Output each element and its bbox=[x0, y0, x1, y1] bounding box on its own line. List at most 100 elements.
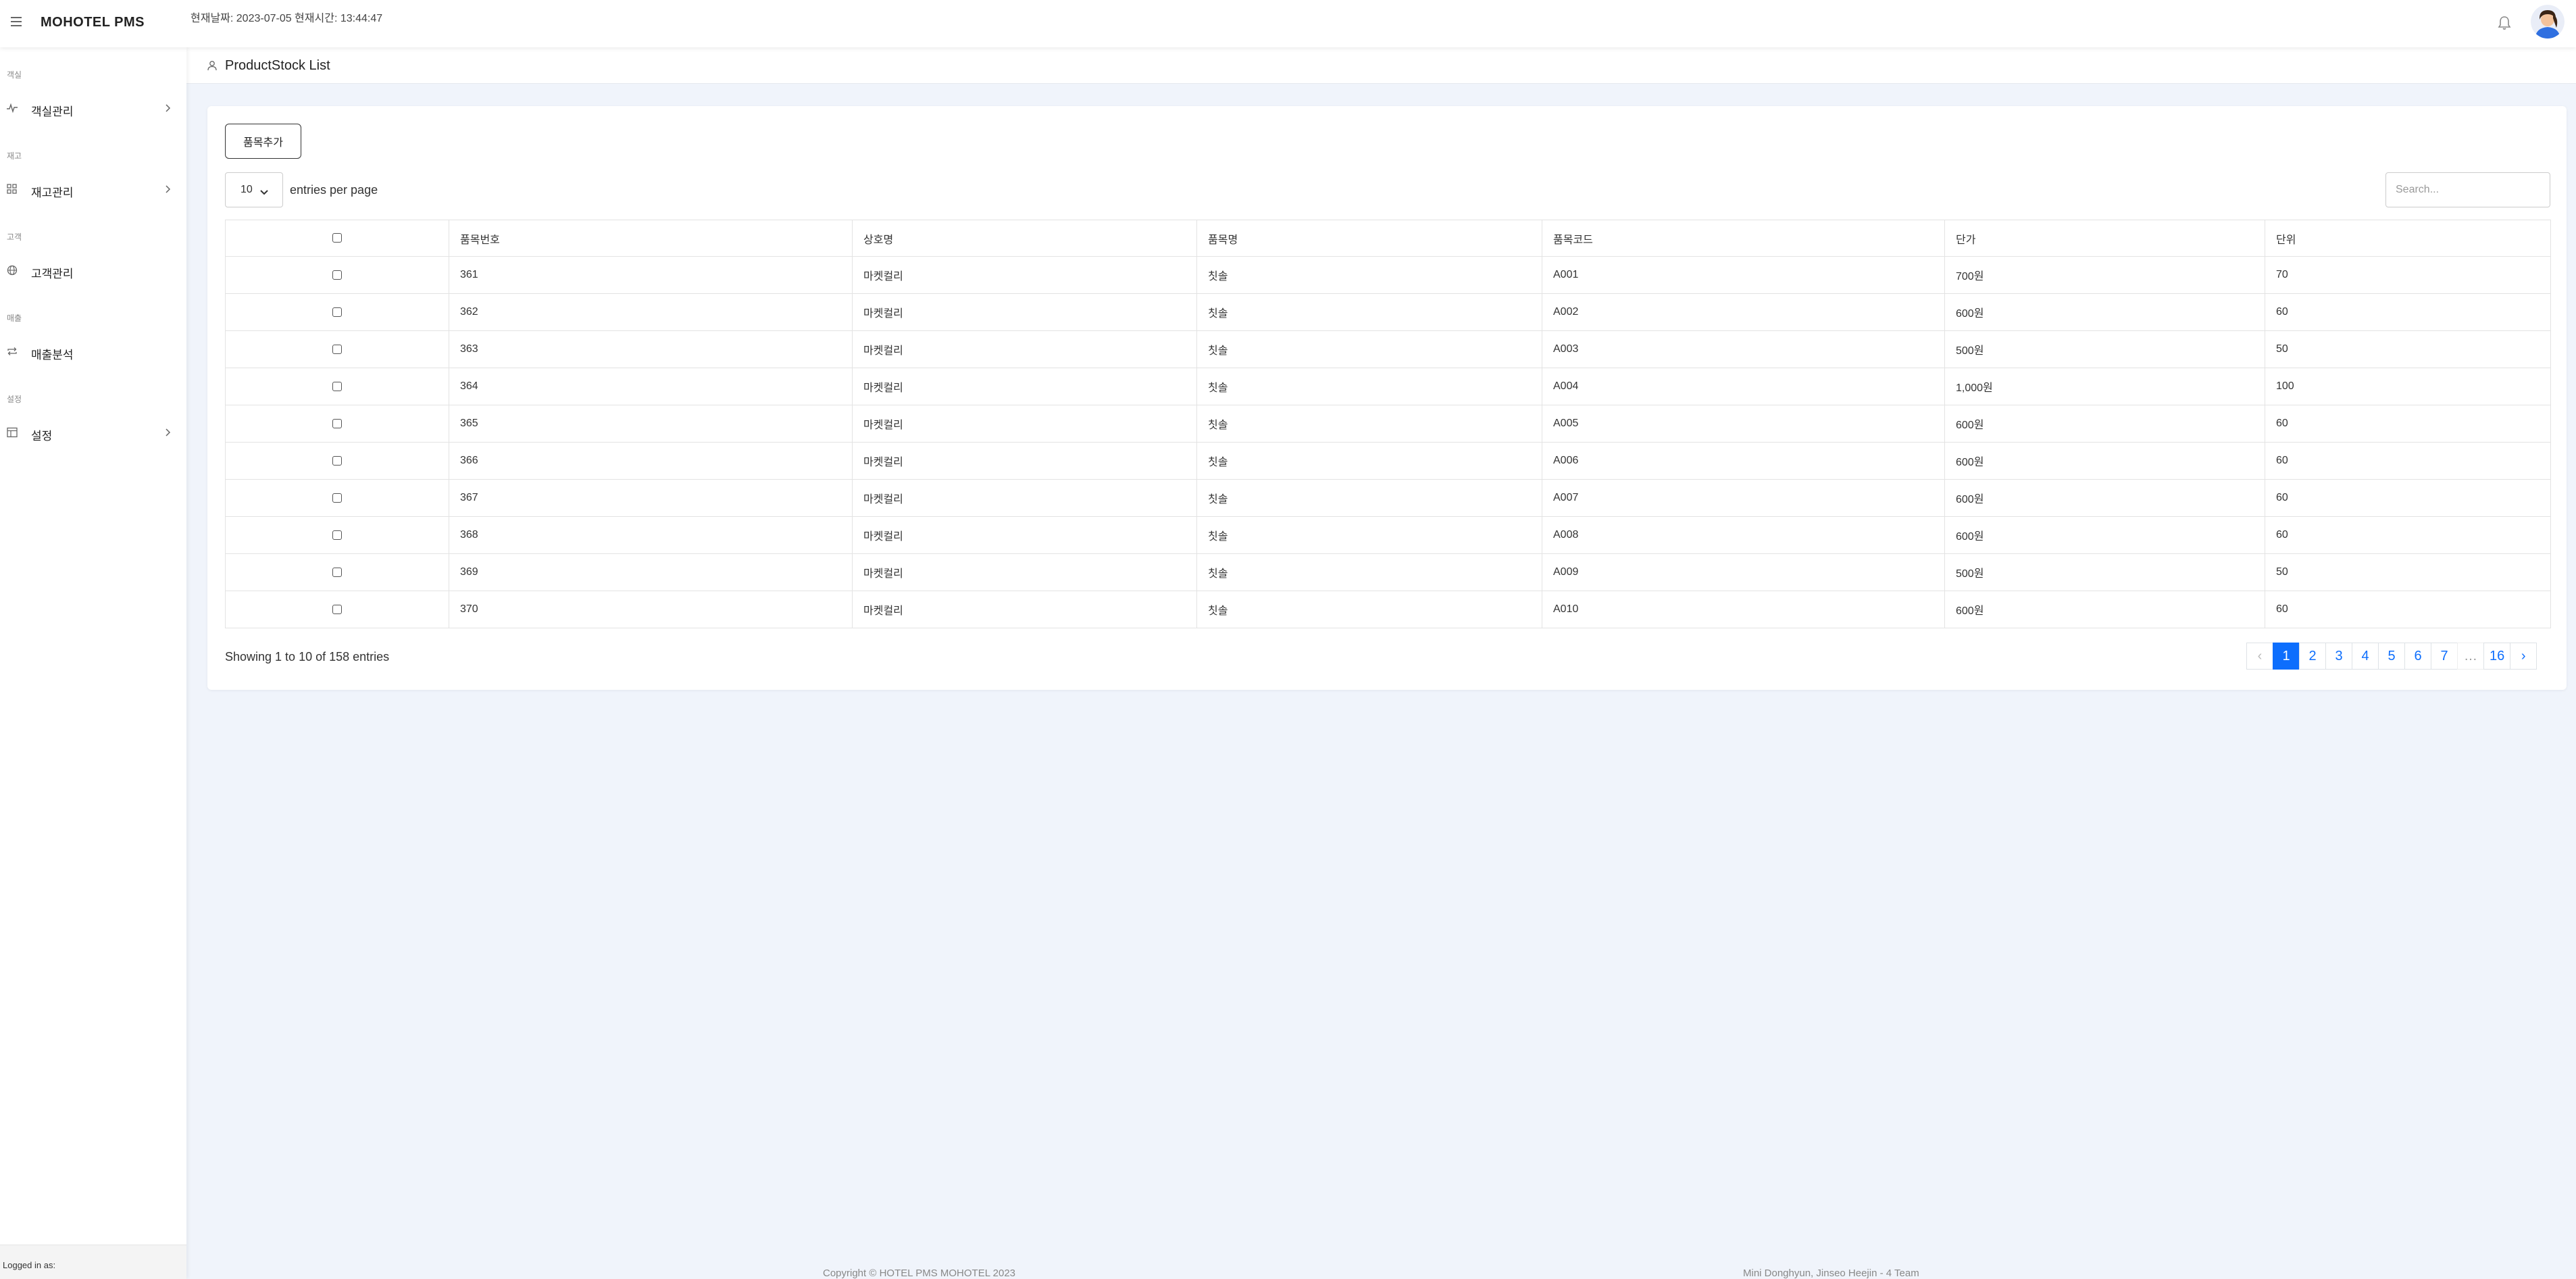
chevron-right-icon bbox=[163, 103, 172, 114]
table-cell: 칫솔 bbox=[1196, 256, 1542, 294]
table-cell: 마켓컬리 bbox=[852, 442, 1197, 480]
search-input[interactable] bbox=[2385, 172, 2550, 207]
table-cell: 마켓컬리 bbox=[852, 368, 1197, 405]
row-checkbox[interactable] bbox=[332, 455, 342, 466]
user-icon bbox=[207, 60, 217, 71]
sidebar-item-customers[interactable]: 고객관리 bbox=[0, 257, 186, 284]
page-button[interactable]: 6 bbox=[2404, 643, 2431, 670]
table-cell: 60 bbox=[2265, 516, 2551, 554]
column-header[interactable]: 단위 bbox=[2265, 220, 2551, 257]
table-cell: 362 bbox=[449, 293, 853, 331]
table-row[interactable]: 370 마켓컬리 칫솔 A010 600원 60 bbox=[225, 591, 2551, 628]
table-cell: 369 bbox=[449, 553, 853, 591]
page-button[interactable]: 1 bbox=[2273, 643, 2300, 670]
sidebar-item-settings[interactable]: 설정 bbox=[0, 419, 186, 446]
activity-icon bbox=[6, 103, 18, 114]
column-header[interactable]: 품목명 bbox=[1196, 220, 1542, 257]
table-row[interactable]: 369 마켓컬리 칫솔 A009 500원 50 bbox=[225, 553, 2551, 591]
table-cell: 367 bbox=[449, 479, 853, 517]
sidebar: 객실 객실관리 재고 재고관리 고객 고객관리 매출 매출분석 설정 설정 bbox=[0, 47, 186, 1279]
row-checkbox[interactable] bbox=[332, 530, 342, 540]
row-select-cell bbox=[225, 553, 449, 591]
table-row[interactable]: 368 마켓컬리 칫솔 A008 600원 60 bbox=[225, 516, 2551, 554]
sidebar-section-heading: 고객 bbox=[7, 232, 22, 242]
table-cell: 500원 bbox=[1944, 553, 2265, 591]
sidebar-section-heading: 객실 bbox=[7, 70, 22, 80]
table-cell: A008 bbox=[1542, 516, 1945, 554]
table-cell: 칫솔 bbox=[1196, 368, 1542, 405]
sidebar-item-label: 재고관리 bbox=[31, 186, 74, 199]
menu-toggle-icon[interactable] bbox=[11, 17, 22, 26]
table-row[interactable]: 365 마켓컬리 칫솔 A005 600원 60 bbox=[225, 405, 2551, 443]
column-header[interactable]: 단가 bbox=[1944, 220, 2265, 257]
table-row[interactable]: 364 마켓컬리 칫솔 A004 1,000원 100 bbox=[225, 368, 2551, 405]
table-cell: 368 bbox=[449, 516, 853, 554]
row-checkbox[interactable] bbox=[332, 381, 342, 391]
product-stock-table: 품목번호 상호명 품목명 품목코드 단가 단위 361 마켓컬리 칫솔 A001 700… bbox=[225, 220, 2551, 628]
page-button[interactable]: 7 bbox=[2431, 643, 2458, 670]
sidebar-item-sales[interactable]: 매출분석 bbox=[0, 338, 186, 365]
table-cell: 마켓컬리 bbox=[852, 256, 1197, 294]
page-button[interactable]: 3 bbox=[2325, 643, 2352, 670]
table-cell: 50 bbox=[2265, 553, 2551, 591]
layout-icon bbox=[6, 427, 18, 438]
row-select-cell bbox=[225, 405, 449, 443]
table-cell: 363 bbox=[449, 330, 853, 368]
table-row[interactable]: 367 마켓컬리 칫솔 A007 600원 60 bbox=[225, 479, 2551, 517]
table-row[interactable]: 361 마켓컬리 칫솔 A001 700원 70 bbox=[225, 256, 2551, 294]
sidebar-item-label: 객실관리 bbox=[31, 105, 74, 118]
column-header[interactable]: 상호명 bbox=[852, 220, 1197, 257]
sidebar-item-label: 설정 bbox=[31, 430, 53, 443]
bell-icon[interactable] bbox=[2497, 15, 2512, 31]
table-cell: 마켓컬리 bbox=[852, 330, 1197, 368]
grid-icon bbox=[6, 184, 18, 195]
table-cell: 마켓컬리 bbox=[852, 591, 1197, 628]
row-select-cell bbox=[225, 479, 449, 517]
table-cell: 370 bbox=[449, 591, 853, 628]
row-checkbox[interactable] bbox=[332, 344, 342, 354]
page-button[interactable]: 2 bbox=[2299, 643, 2326, 670]
sidebar-item-rooms[interactable]: 객실관리 bbox=[0, 95, 186, 122]
row-select-cell bbox=[225, 368, 449, 405]
page-button[interactable]: 4 bbox=[2352, 643, 2379, 670]
row-checkbox[interactable] bbox=[332, 567, 342, 577]
table-cell: 364 bbox=[449, 368, 853, 405]
row-select-cell bbox=[225, 330, 449, 368]
column-header[interactable]: 품목코드 bbox=[1542, 220, 1945, 257]
table-cell: A007 bbox=[1542, 479, 1945, 517]
table-cell: 500원 bbox=[1944, 330, 2265, 368]
select-all-checkbox[interactable] bbox=[332, 233, 342, 243]
row-checkbox[interactable] bbox=[332, 270, 342, 280]
chevron-right-icon bbox=[163, 184, 172, 195]
column-header[interactable]: 품목번호 bbox=[449, 220, 853, 257]
add-item-button[interactable]: 품목추가 bbox=[225, 124, 301, 159]
table-cell: 60 bbox=[2265, 591, 2551, 628]
table-row[interactable]: 363 마켓컬리 칫솔 A003 500원 50 bbox=[225, 330, 2551, 368]
page-button[interactable]: 16 bbox=[2483, 643, 2511, 670]
row-checkbox[interactable] bbox=[332, 493, 342, 503]
table-cell: 칫솔 bbox=[1196, 516, 1542, 554]
table-cell: 600원 bbox=[1944, 293, 2265, 331]
table-cell: 칫솔 bbox=[1196, 442, 1542, 480]
table-cell: 마켓컬리 bbox=[852, 293, 1197, 331]
sidebar-item-inventory[interactable]: 재고관리 bbox=[0, 176, 186, 203]
table-row[interactable]: 362 마켓컬리 칫솔 A002 600원 60 bbox=[225, 293, 2551, 331]
table-cell: 600원 bbox=[1944, 591, 2265, 628]
entries-per-page-select[interactable]: 10 bbox=[225, 172, 283, 207]
prev-page-button[interactable]: ‹ bbox=[2246, 643, 2273, 670]
next-page-button[interactable]: › bbox=[2510, 643, 2537, 670]
table-cell: A004 bbox=[1542, 368, 1945, 405]
table-cell: 361 bbox=[449, 256, 853, 294]
table-cell: A010 bbox=[1542, 591, 1945, 628]
table-cell: A006 bbox=[1542, 442, 1945, 480]
table-row[interactable]: 366 마켓컬리 칫솔 A006 600원 60 bbox=[225, 442, 2551, 480]
avatar[interactable] bbox=[2531, 5, 2565, 39]
chevron-down-icon bbox=[259, 187, 269, 195]
table-cell: A003 bbox=[1542, 330, 1945, 368]
table-cell: 70 bbox=[2265, 256, 2551, 294]
row-checkbox[interactable] bbox=[332, 307, 342, 317]
page-button[interactable]: 5 bbox=[2378, 643, 2405, 670]
row-checkbox[interactable] bbox=[332, 418, 342, 428]
row-checkbox[interactable] bbox=[332, 604, 342, 614]
table-cell: 50 bbox=[2265, 330, 2551, 368]
